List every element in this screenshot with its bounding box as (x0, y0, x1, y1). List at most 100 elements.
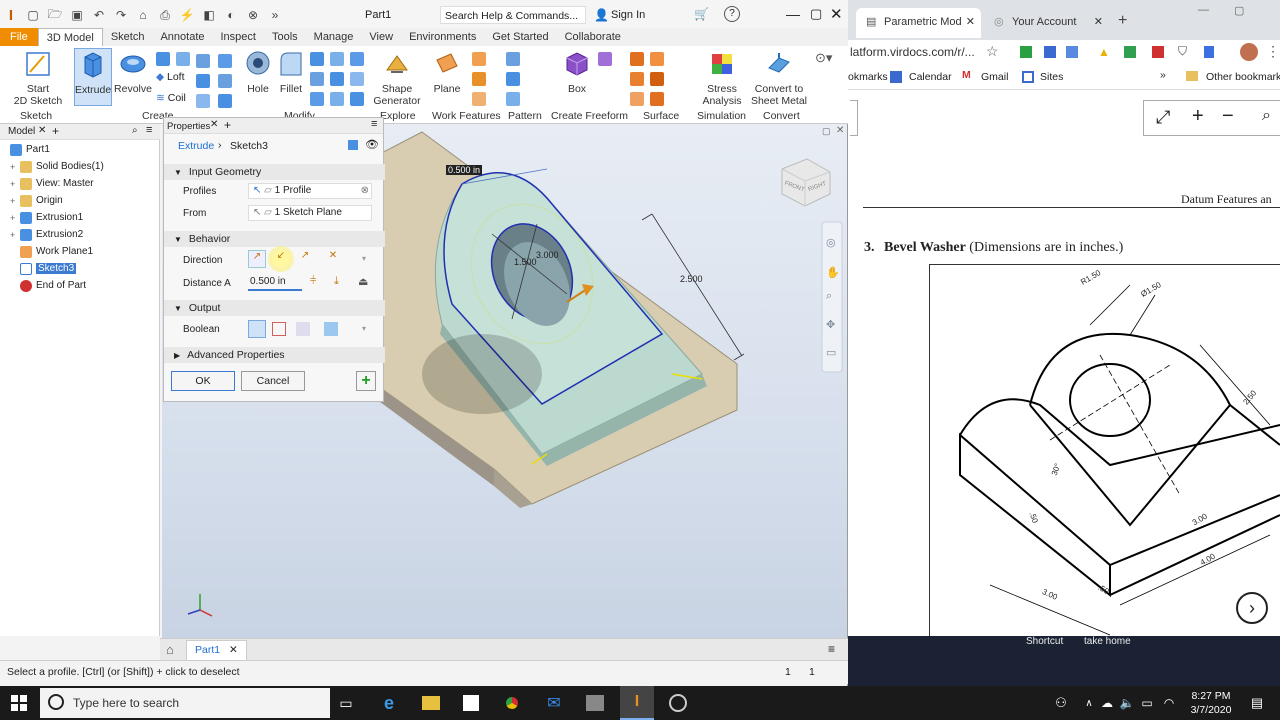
chrome-tab-account[interactable]: ◎ Your Account ✕ (984, 8, 1109, 38)
tree-item-end-of-part[interactable]: End of Part (10, 278, 86, 293)
windows-start-icon[interactable] (8, 692, 30, 714)
steering-wheel-icon[interactable]: ◎ (826, 236, 836, 249)
chrome-menu-icon[interactable]: ⋮ (1266, 43, 1280, 60)
tree-item-origin[interactable]: + Origin (10, 193, 63, 208)
open-folder-icon[interactable]: 🗁 (44, 5, 66, 25)
doc-tab-part1[interactable]: Part1 ✕ (186, 640, 247, 660)
chrome-minimize-icon[interactable]: — (1198, 4, 1209, 16)
to-next-icon[interactable]: ⤓ (334, 275, 339, 288)
hole-button[interactable]: Hole (242, 50, 274, 95)
expand-icon[interactable]: + (10, 196, 20, 206)
distance-input[interactable]: 0.500 in (248, 275, 302, 291)
new-tab-icon[interactable]: + (1118, 12, 1127, 30)
start-sketch-button[interactable]: Start 2D Sketch (10, 50, 66, 107)
store-icon[interactable] (460, 692, 482, 714)
decal-icon[interactable] (196, 74, 210, 88)
chrome-taskbar-icon[interactable] (501, 692, 523, 714)
tab-inspect[interactable]: Inspect (213, 28, 264, 46)
mirror-icon[interactable] (506, 92, 520, 106)
clock[interactable]: 8:27 PM 3/7/2020 (1186, 689, 1236, 717)
props-close-icon[interactable]: ✕ (210, 119, 218, 130)
chrome-maximize-icon[interactable]: ▢ (1234, 4, 1244, 17)
zoom-in-icon[interactable]: + (1192, 105, 1204, 128)
extend-icon[interactable] (630, 92, 644, 106)
patch-surface-icon[interactable] (630, 72, 644, 86)
material-icon[interactable]: ◧ (198, 5, 220, 25)
apply-plus-button[interactable]: + (356, 371, 376, 391)
section-input-geometry[interactable]: ▼ Input Geometry (164, 164, 385, 180)
direction-default-button[interactable]: ↗ (248, 250, 266, 268)
tree-item-part1[interactable]: Part1 (10, 142, 50, 157)
tree-item-view-master[interactable]: + View: Master (10, 176, 94, 191)
clear-selection-icon[interactable]: ⊗ (361, 184, 369, 198)
ok-button[interactable]: OK (171, 371, 235, 391)
update-icon[interactable]: ⚡ (176, 5, 198, 25)
cancel-button[interactable]: Cancel (241, 371, 305, 391)
network-icon[interactable]: ◠ (1158, 692, 1180, 714)
combine-icon[interactable] (350, 72, 364, 86)
home-tab-icon[interactable]: ⌂ (166, 642, 174, 657)
browser-close-icon[interactable]: ✕ (38, 125, 46, 136)
import-icon[interactable] (218, 54, 232, 68)
axis-icon[interactable] (472, 52, 486, 66)
task-view-icon[interactable]: ▭ (335, 692, 357, 714)
extrude-button[interactable]: Extrude (74, 48, 112, 106)
zoom-icon[interactable]: ⌕ (826, 290, 832, 303)
tab-manage[interactable]: Manage (306, 28, 362, 46)
bookmark-sites[interactable]: Sites (1040, 71, 1063, 83)
boolean-dropdown-icon[interactable]: ▾ (362, 324, 366, 333)
recorder-icon[interactable] (667, 692, 689, 714)
notifications-icon[interactable]: ▤ (1246, 692, 1268, 714)
fillet-button[interactable]: Fillet (276, 50, 306, 95)
boolean-cut-button[interactable] (272, 322, 286, 336)
doc-tabs-menu-icon[interactable]: ≡ (828, 642, 835, 656)
section-output[interactable]: ▼ Output (164, 300, 385, 316)
tab-view[interactable]: View (361, 28, 401, 46)
boolean-join-button[interactable] (248, 320, 266, 338)
chamfer-icon[interactable] (310, 52, 324, 66)
copy-object-icon[interactable] (330, 92, 344, 106)
look-at-icon[interactable]: ▭ (826, 346, 836, 359)
extension-red-icon[interactable] (1152, 46, 1164, 58)
direction-asymmetric-button[interactable]: ✕ (324, 250, 342, 268)
move-face-icon[interactable] (310, 92, 324, 106)
mail-icon[interactable]: ✉ (543, 692, 565, 714)
chrome-tab-close-icon[interactable]: ✕ (1094, 8, 1103, 36)
inventor-taskbar-icon[interactable]: I (620, 686, 654, 720)
people-icon[interactable]: ⚇ (1050, 692, 1072, 714)
measure-icon[interactable]: ⫩ (310, 275, 316, 288)
search-doc-icon[interactable]: ⌕ (1262, 107, 1271, 125)
extension-shield-icon[interactable]: ⛉ (1178, 44, 1187, 59)
shape-generator-button[interactable]: Shape Generator (372, 50, 422, 107)
tab-get-started[interactable]: Get Started (484, 28, 556, 46)
user-icon[interactable]: 👤 (594, 8, 609, 22)
tree-item-sketch3[interactable]: Sketch3 (10, 261, 77, 276)
extension-drive-icon[interactable]: ▲ (1098, 45, 1110, 59)
other-bookmarks[interactable]: Other bookmarks (1206, 71, 1280, 83)
tab-environments[interactable]: Environments (401, 28, 484, 46)
viewport-close-icon[interactable]: ✕ (836, 125, 844, 136)
expand-icon[interactable]: + (10, 230, 20, 240)
loft-button[interactable]: ◆ Loft (156, 71, 185, 83)
home-icon[interactable]: ⌂ (132, 5, 154, 25)
direction-flipped-button[interactable]: ↙ (272, 250, 290, 268)
chrome-tab-close-icon[interactable]: ✕ (966, 8, 975, 36)
rectangular-pattern-icon[interactable] (506, 52, 520, 66)
tab-sketch[interactable]: Sketch (103, 28, 153, 46)
thicken-icon[interactable] (218, 94, 232, 108)
profiles-selector[interactable]: ↖ ▱ 1 Profile ⊗ (248, 183, 372, 199)
point-icon[interactable] (472, 72, 486, 86)
help-icon[interactable]: ? (724, 6, 740, 22)
extension-docs-icon[interactable] (1204, 46, 1214, 58)
expand-icon[interactable]: + (10, 213, 20, 223)
section-behavior[interactable]: ▼ Behavior (164, 231, 385, 247)
zoom-out-icon[interactable]: − (1222, 105, 1234, 128)
chrome-tab-parametric[interactable]: ▤ Parametric Mod ✕ (856, 8, 981, 38)
battery-icon[interactable]: ▭ (1136, 692, 1158, 714)
circular-pattern-icon[interactable] (506, 72, 520, 86)
edge-icon[interactable]: e (378, 692, 400, 714)
bookmark-star-icon[interactable]: ☆ (986, 43, 999, 60)
redo-icon[interactable]: ↷ (110, 5, 132, 25)
direction-symmetric-button[interactable]: ↗ (296, 250, 314, 268)
props-menu-icon[interactable]: ≡ (371, 118, 377, 130)
